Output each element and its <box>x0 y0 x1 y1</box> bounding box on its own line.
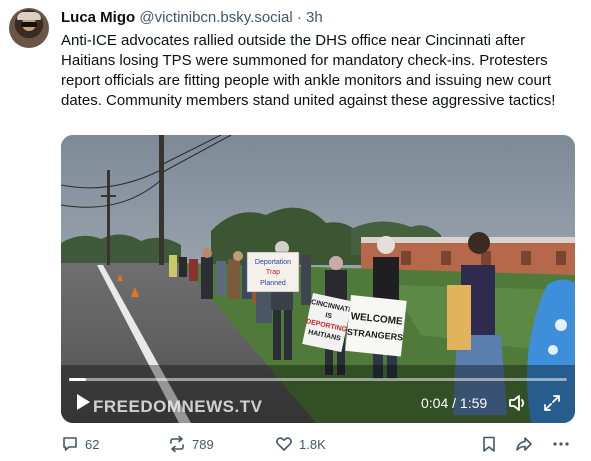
avatar-hat <box>17 12 41 20</box>
fullscreen-icon <box>544 395 560 411</box>
like-button[interactable]: 1.8K <box>275 433 326 455</box>
author-name[interactable]: Luca Migo <box>61 9 135 26</box>
reply-icon <box>63 437 77 451</box>
reply-count: 62 <box>85 436 100 452</box>
fullscreen-button[interactable] <box>541 392 563 414</box>
video-player[interactable]: Deportation Trap Planned CINCINNATI IS D… <box>61 135 575 423</box>
share-button[interactable] <box>515 433 533 455</box>
bookmark-button[interactable] <box>480 433 498 455</box>
mute-button[interactable] <box>507 392 529 414</box>
volume-icon <box>509 395 525 411</box>
video-progress-fill <box>69 378 86 381</box>
more-options-button[interactable] <box>552 433 570 455</box>
play-icon <box>77 394 90 410</box>
heart-icon <box>276 437 292 451</box>
more-icon <box>553 442 569 446</box>
avatar[interactable] <box>9 8 49 48</box>
video-watermark: FREEDOMNEWS.TV <box>93 397 263 416</box>
separator-dot: · <box>296 9 302 26</box>
bookmark-icon <box>483 436 495 452</box>
play-button[interactable] <box>71 391 93 413</box>
post-time[interactable]: 3h <box>306 9 323 26</box>
video-progress-track[interactable] <box>69 378 567 381</box>
post-actions: 62 789 1.8K <box>61 433 575 455</box>
author-handle[interactable]: @victinibcn.bsky.social <box>139 9 292 26</box>
repost-button[interactable]: 789 <box>168 433 214 455</box>
svg-text:Trap: Trap <box>266 269 280 276</box>
repost-icon <box>170 435 184 453</box>
avatar-glasses <box>21 22 37 27</box>
reply-button[interactable]: 62 <box>61 433 99 455</box>
svg-text:Planned: Planned <box>260 280 286 287</box>
video-time: 0:04 / 1:59 <box>421 395 488 411</box>
post-text: Anti-ICE advocates rallied outside the D… <box>61 32 556 109</box>
repost-count: 789 <box>192 436 214 452</box>
share-icon <box>516 437 532 451</box>
post-card[interactable]: Luca Migo @victinibcn.bsky.social · 3h A… <box>0 0 591 461</box>
sign-deportation-trap: Deportation <box>255 259 291 266</box>
like-count: 1.8K <box>299 436 326 452</box>
post-header: Luca Migo @victinibcn.bsky.social · 3h <box>61 8 323 28</box>
